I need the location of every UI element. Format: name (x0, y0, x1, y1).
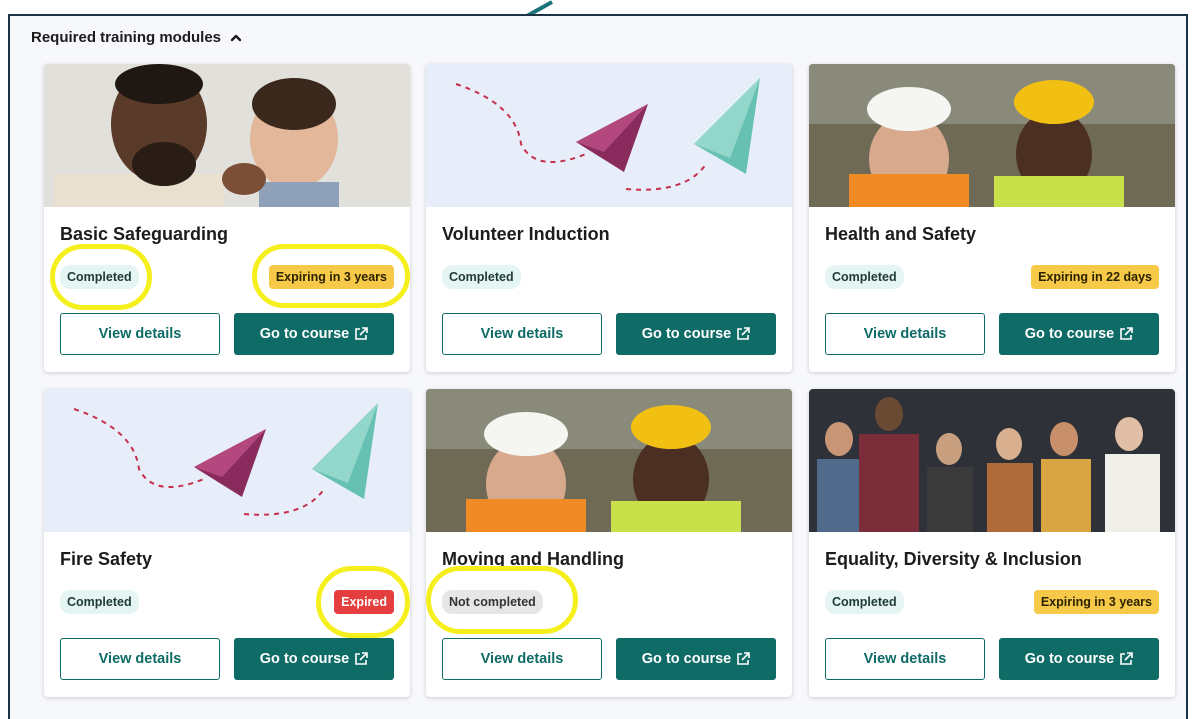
expiry-badge: Expiring in 3 years (268, 265, 394, 289)
section-header-toggle[interactable]: Required training modules (31, 29, 243, 46)
view-details-button[interactable]: View details (442, 313, 602, 355)
external-link-icon (737, 327, 751, 340)
external-link-icon (355, 327, 369, 340)
status-badge: Not completed (442, 590, 543, 614)
module-title: Volunteer Induction (442, 224, 610, 244)
external-link-icon (737, 652, 751, 665)
go-to-course-button[interactable]: Go to course (999, 313, 1159, 355)
view-details-button[interactable]: View details (442, 638, 602, 680)
go-to-course-button[interactable]: Go to course (616, 313, 776, 355)
module-card-equality-diversity-inclusion: Equality, Diversity & Inclusion Complete… (809, 389, 1175, 697)
module-title: Equality, Diversity & Inclusion (825, 549, 1082, 569)
module-card-volunteer-induction: Volunteer Induction Completed View detai… (426, 64, 792, 372)
status-badge: Completed (825, 265, 904, 289)
view-details-button[interactable]: View details (825, 313, 985, 355)
status-badge: Completed (825, 590, 904, 614)
external-link-icon (355, 652, 369, 665)
go-to-course-button[interactable]: Go to course (234, 638, 394, 680)
module-title: Basic Safeguarding (60, 224, 229, 244)
group-of-people-photo (809, 389, 1175, 532)
module-card-basic-safeguarding: Basic Safeguarding Completed Expiring in… (44, 64, 410, 372)
expired-badge: Expired (334, 590, 394, 614)
go-to-course-button[interactable]: Go to course (234, 313, 394, 355)
external-link-icon (1120, 327, 1134, 340)
status-badge: Completed (60, 265, 139, 289)
chevron-up-icon (230, 34, 242, 41)
module-card-health-and-safety: Health and Safety Completed Expiring in … (809, 64, 1175, 372)
go-to-course-button[interactable]: Go to course (616, 638, 776, 680)
parent-and-baby-photo (44, 64, 410, 207)
expiry-badge: Expiring in 22 days (1031, 265, 1159, 289)
paper-planes-illustration (426, 64, 792, 207)
paper-planes-illustration (44, 389, 410, 532)
module-title: Fire Safety (60, 549, 153, 569)
view-details-button[interactable]: View details (60, 313, 220, 355)
training-modules-panel: Required training modules Basic Safeguar… (8, 14, 1188, 719)
section-title: Required training modules (31, 29, 222, 46)
view-details-button[interactable]: View details (825, 638, 985, 680)
go-to-course-button[interactable]: Go to course (999, 638, 1159, 680)
module-title: Moving and Handling (442, 549, 624, 569)
external-link-icon (1120, 652, 1134, 665)
module-title: Health and Safety (825, 224, 977, 244)
module-card-moving-and-handling: Moving and Handling Not completed View d… (426, 389, 792, 697)
view-details-button[interactable]: View details (60, 638, 220, 680)
module-card-fire-safety: Fire Safety Completed Expired View detai… (44, 389, 410, 697)
hard-hat-workers-photo (426, 389, 792, 532)
expiry-badge: Expiring in 3 years (1033, 590, 1159, 614)
hard-hat-workers-photo (809, 64, 1175, 207)
status-badge: Completed (60, 590, 139, 614)
status-badge: Completed (442, 265, 521, 289)
